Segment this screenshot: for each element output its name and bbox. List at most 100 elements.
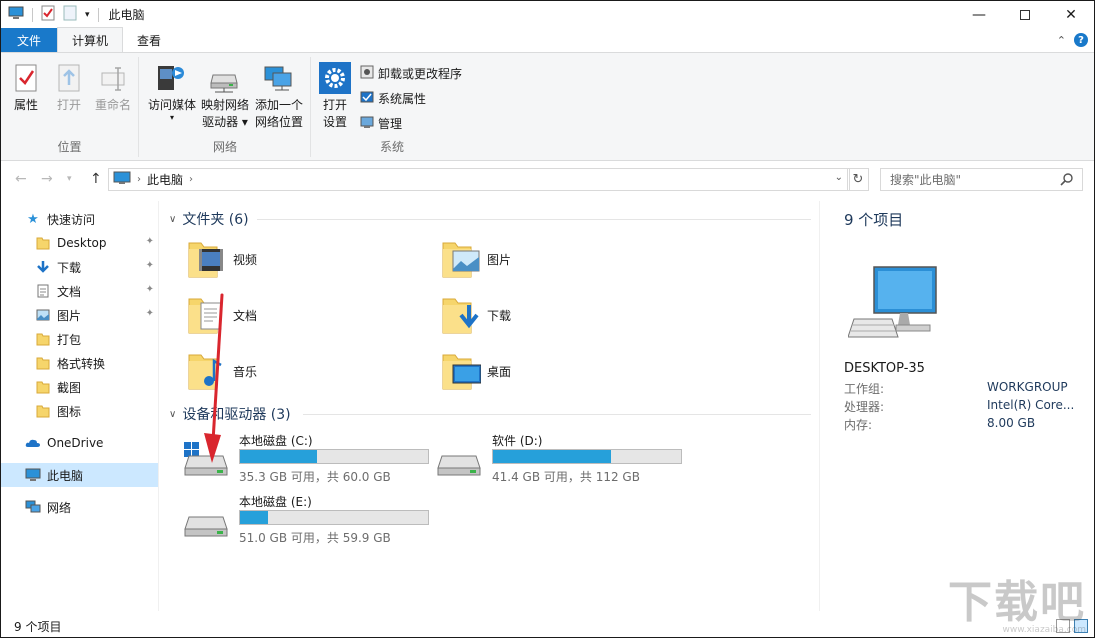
cloud-icon <box>25 435 41 451</box>
open-button[interactable]: 打开 <box>51 61 87 114</box>
prop-value-memory: 8.00 GB <box>987 416 1036 430</box>
access-media-label: 访问媒体 <box>147 98 196 112</box>
nav-item[interactable]: 图标 <box>1 399 158 423</box>
nav-onedrive[interactable]: OneDrive <box>1 431 158 455</box>
new-folder-quick-icon[interactable] <box>63 5 77 24</box>
prop-value-workgroup: WORKGROUP <box>987 380 1068 394</box>
pin-icon[interactable]: ✦ <box>146 308 154 319</box>
nav-this-pc[interactable]: 此电脑 <box>1 463 158 487</box>
nav-network[interactable]: 网络 <box>1 495 158 519</box>
pin-icon[interactable]: ✦ <box>146 236 154 247</box>
address-bar[interactable]: › 此电脑 › ⌄ <box>108 168 850 191</box>
pin-icon[interactable]: ✦ <box>146 260 154 271</box>
properties-quick-icon[interactable] <box>41 5 55 24</box>
drive-free-space: 51.0 GB 可用，共 59.9 GB <box>239 531 391 545</box>
watermark-logo: 下载吧 www.xiazaiba.com <box>948 577 1086 636</box>
section-divider <box>303 414 811 415</box>
details-pane: 9 个项目 DESKTOP-35 工作组: WORKGROUP 处理器: Int… <box>819 201 1094 611</box>
tab-file[interactable]: 文件 <box>1 28 58 52</box>
up-arrow-icon[interactable]: ↑ <box>90 171 102 187</box>
title-bar: ▾ 此电脑 — ✕ <box>1 1 1094 28</box>
tab-view[interactable]: 查看 <box>123 28 175 52</box>
folder-item[interactable]: 图片 <box>441 235 511 283</box>
drive-usage-bar <box>239 510 429 525</box>
nav-item[interactable]: Desktop ✦ <box>1 231 158 255</box>
forward-arrow-icon[interactable]: → <box>41 171 53 187</box>
back-arrow-icon[interactable]: ← <box>15 171 27 187</box>
manage-button[interactable]: 管理 <box>360 113 402 133</box>
drive-usage-fill <box>240 450 318 463</box>
rename-button[interactable]: 重命名 <box>91 61 135 114</box>
rename-icon <box>97 61 129 95</box>
system-properties-icon <box>360 90 374 107</box>
folder-item[interactable]: 下载 <box>441 291 511 339</box>
folder-item[interactable]: 桌面 <box>441 347 511 395</box>
breadcrumb-this-pc[interactable]: 此电脑 <box>147 171 183 188</box>
drive-usage-bar <box>492 449 682 464</box>
recent-locations-icon[interactable]: ▾ <box>67 174 72 184</box>
folders-section-header[interactable]: ∨ 文件夹 (6) <box>169 209 249 229</box>
folders-header-label: 文件夹 (6) <box>182 212 249 228</box>
nav-quick-access-label: 快速访问 <box>47 212 96 227</box>
minimize-button[interactable]: — <box>956 1 1002 28</box>
customize-dropdown-icon[interactable]: ▾ <box>85 10 90 20</box>
uninstall-label: 卸载或更改程序 <box>378 66 463 81</box>
drive-name: 本地磁盘 (C:) <box>239 434 313 448</box>
close-button[interactable]: ✕ <box>1048 1 1094 28</box>
breadcrumb-separator-icon: › <box>137 174 141 185</box>
drive-item[interactable]: 软件 (D:) 41.4 GB 可用，共 112 GB <box>436 432 686 488</box>
nav-item[interactable]: 图片 ✦ <box>1 303 158 327</box>
pin-icon[interactable]: ✦ <box>146 284 154 295</box>
nav-item-label: 截图 <box>57 380 82 395</box>
nav-item-label: 打包 <box>57 332 82 347</box>
toolbar-separator <box>32 7 33 22</box>
drive-usage-fill <box>493 450 612 463</box>
drive-item[interactable]: 本地磁盘 (E:) 51.0 GB 可用，共 59.9 GB <box>183 493 433 549</box>
computer-name: DESKTOP-35 <box>844 361 925 376</box>
nav-item[interactable]: 截图 <box>1 375 158 399</box>
uninstall-program-button[interactable]: 卸载或更改程序 <box>360 63 462 83</box>
collapse-ribbon-icon[interactable]: ⌃ <box>1057 34 1066 47</box>
open-settings-label-1: 打开 <box>322 98 347 112</box>
group-label-network: 网络 <box>212 140 237 154</box>
properties-icon <box>10 61 42 95</box>
refresh-button[interactable]: ↻ <box>847 168 869 191</box>
folder-icon <box>35 355 51 371</box>
computer-icon <box>113 171 131 188</box>
map-network-drive-button[interactable]: 映射网络 驱动器 ▾ <box>198 61 252 131</box>
breadcrumb-chevron-icon[interactable]: › <box>189 174 193 185</box>
properties-button[interactable]: 属性 <box>9 61 43 114</box>
navigation-bar: ← → ▾ ↑ › 此电脑 › ⌄ ↻ 搜索"此电脑" <box>1 165 1094 195</box>
folder-icon <box>35 403 51 419</box>
nav-item[interactable]: 格式转换 <box>1 351 158 375</box>
nav-item[interactable]: 文档 ✦ <box>1 279 158 303</box>
search-placeholder: 搜索"此电脑" <box>890 173 962 187</box>
folder-name: 图片 <box>487 252 512 267</box>
folder-name: 文档 <box>233 308 258 323</box>
tab-computer[interactable]: 计算机 <box>57 27 124 52</box>
nav-network-label: 网络 <box>47 500 72 515</box>
folder-icon <box>187 237 227 281</box>
folder-item[interactable]: 视频 <box>187 235 257 283</box>
nav-item-label: Desktop <box>57 236 107 250</box>
open-settings-button[interactable]: 打开 设置 <box>318 61 352 131</box>
nav-item[interactable]: 下载 ✦ <box>1 255 158 279</box>
ribbon-tabs: 文件 计算机 查看 ⌃ ? <box>1 27 1094 52</box>
prop-label-memory: 内存: <box>844 418 873 432</box>
network-location-icon <box>263 61 295 95</box>
folder-name: 下载 <box>487 308 512 323</box>
details-item-count: 9 个项目 <box>844 211 904 229</box>
maximize-button[interactable] <box>1002 1 1048 28</box>
drive-free-space: 35.3 GB 可用，共 60.0 GB <box>239 470 391 484</box>
nav-item-label: 格式转换 <box>57 356 106 371</box>
nav-item[interactable]: 打包 <box>1 327 158 351</box>
map-network-label-1: 映射网络 <box>200 98 249 112</box>
add-network-location-button[interactable]: 添加一个 网络位置 <box>252 61 306 131</box>
help-icon[interactable]: ? <box>1074 33 1088 47</box>
access-media-button[interactable]: 访问媒体 ▾ <box>146 61 198 122</box>
network-icon <box>25 499 41 515</box>
system-properties-button[interactable]: 系统属性 <box>360 88 426 108</box>
address-dropdown-icon[interactable]: ⌄ <box>835 172 843 183</box>
nav-quick-access[interactable]: ★ 快速访问 <box>1 207 158 231</box>
search-box[interactable]: 搜索"此电脑" <box>880 168 1083 191</box>
